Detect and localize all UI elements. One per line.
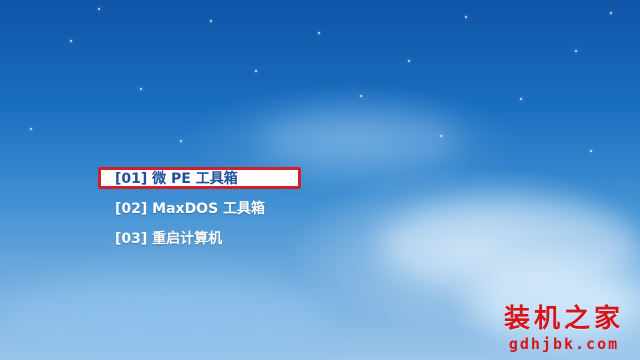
site-watermark: 装机之家 gdhjbk.com — [504, 304, 624, 354]
star — [610, 12, 612, 14]
menu-item-label: [03] 重启计算机 — [115, 231, 223, 247]
star — [440, 135, 442, 137]
menu-item-wepe[interactable]: [01] 微 PE 工具箱 — [96, 164, 306, 194]
menu-item-maxdos[interactable]: [02] MaxDOS 工具箱 — [96, 194, 306, 224]
menu-item-reboot[interactable]: [03] 重启计算机 — [96, 224, 306, 254]
star — [180, 140, 182, 142]
star — [210, 20, 212, 22]
cloud-decoration — [380, 200, 640, 290]
cloud-decoration — [260, 110, 460, 170]
watermark-url: gdhjbk.com — [508, 335, 620, 353]
star — [465, 16, 467, 18]
star — [408, 60, 410, 62]
boot-screen: [01] 微 PE 工具箱 [02] MaxDOS 工具箱 [03] 重启计算机… — [0, 0, 640, 360]
boot-menu: [01] 微 PE 工具箱 [02] MaxDOS 工具箱 [03] 重启计算机 — [96, 164, 306, 254]
star — [318, 32, 320, 34]
star — [140, 88, 142, 90]
star — [98, 8, 100, 10]
star — [255, 70, 257, 72]
star — [575, 50, 577, 52]
star — [590, 150, 592, 152]
star — [30, 128, 32, 130]
menu-item-label: [01] 微 PE 工具箱 — [115, 171, 238, 187]
menu-item-label: [02] MaxDOS 工具箱 — [115, 201, 266, 217]
watermark-title: 装机之家 — [503, 304, 624, 334]
star — [70, 40, 72, 42]
star — [360, 95, 362, 97]
cloud-decoration — [0, 280, 330, 360]
star — [520, 98, 522, 100]
